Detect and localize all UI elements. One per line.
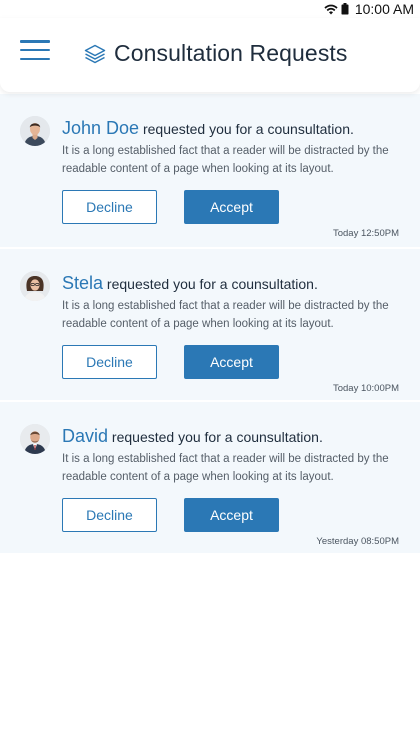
request-description: It is a long established fact that a rea… [62, 453, 389, 483]
accept-button[interactable]: Accept [184, 498, 279, 532]
request-message: requested you for a counsultation. [106, 276, 318, 292]
layers-icon [84, 44, 106, 63]
request-description: It is a long established fact that a rea… [62, 145, 389, 175]
decline-button[interactable]: Decline [62, 190, 157, 224]
request-list: John Doe requested you for a counsultati… [0, 94, 420, 555]
request-card: John Doe requested you for a counsultati… [0, 94, 420, 249]
page-title: Consultation Requests [114, 40, 348, 66]
requester-name[interactable]: Stela [62, 273, 103, 293]
request-timestamp: Today 12:50PM [332, 228, 399, 239]
decline-button[interactable]: Decline [62, 345, 157, 379]
request-card: David requested you for a counsultation.… [0, 402, 420, 555]
menu-line [20, 40, 50, 43]
wifi-icon [324, 4, 338, 14]
avatar [20, 271, 50, 301]
battery-icon [341, 3, 349, 15]
accept-button[interactable]: Accept [184, 345, 279, 379]
requester-name[interactable]: John Doe [62, 118, 139, 138]
request-headline: David requested you for a counsultation. [62, 426, 323, 447]
title-group: Consultation Requests [84, 40, 348, 67]
requester-name[interactable]: David [62, 426, 108, 446]
status-time: 10:00 AM [354, 1, 414, 17]
accept-button[interactable]: Accept [184, 190, 279, 224]
menu-line [20, 48, 50, 52]
avatar [20, 116, 50, 146]
request-timestamp: Today 10:00PM [332, 383, 399, 394]
request-message: requested you for a counsultation. [111, 429, 323, 445]
request-timestamp: Yesterday 08:50PM [316, 536, 399, 547]
status-bar: 10:00 AM [0, 0, 420, 18]
decline-button[interactable]: Decline [62, 498, 157, 532]
request-message: requested you for a counsultation. [142, 121, 354, 137]
request-description: It is a long established fact that a rea… [62, 300, 389, 330]
hamburger-menu-icon[interactable] [20, 40, 50, 60]
request-card: Stela requested you for a counsultation.… [0, 249, 420, 402]
avatar [20, 424, 50, 454]
request-headline: John Doe requested you for a counsultati… [62, 118, 354, 139]
app-header: Consultation Requests [0, 18, 420, 92]
menu-line [20, 57, 50, 60]
request-headline: Stela requested you for a counsultation. [62, 273, 318, 294]
